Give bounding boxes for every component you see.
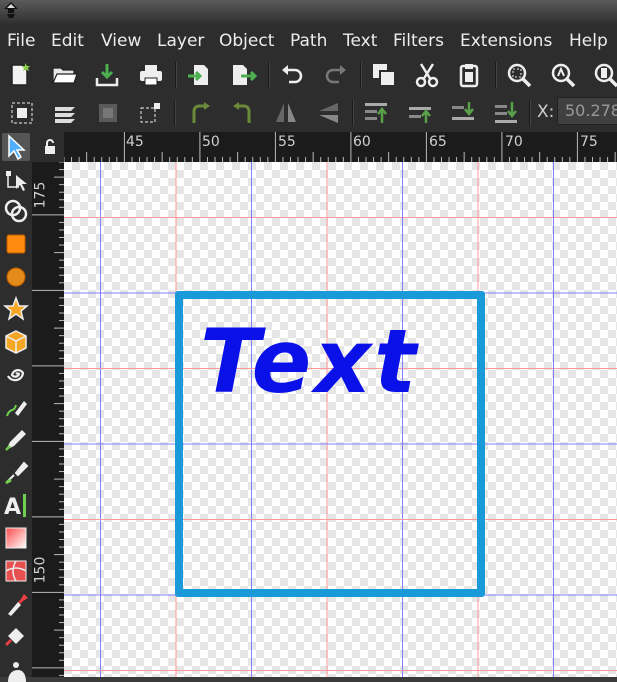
- toolbar-separator: [268, 62, 270, 88]
- ellipse-tool-icon[interactable]: [2, 263, 30, 291]
- vertical-ruler: 175 150: [32, 162, 64, 677]
- menu-filters[interactable]: Filters: [393, 31, 444, 51]
- tool-controls-bar: X: 50.278: [0, 94, 617, 132]
- x-coordinate-input[interactable]: 50.278: [557, 97, 617, 125]
- duplicate-icon[interactable]: [370, 61, 398, 89]
- ruler-label: 150: [32, 556, 49, 584]
- toolbar-separator: [529, 100, 531, 126]
- menu-object[interactable]: Object: [219, 31, 274, 51]
- lower-to-bottom-icon[interactable]: [492, 99, 520, 127]
- lock-guides-icon[interactable]: [38, 136, 60, 158]
- zoom-drawing-icon[interactable]: [549, 61, 577, 89]
- star-tool-icon[interactable]: [2, 295, 30, 323]
- save-icon[interactable]: [93, 61, 121, 89]
- mesh-tool-icon[interactable]: [2, 557, 30, 585]
- raise-icon[interactable]: [406, 99, 434, 127]
- menu-file[interactable]: File: [7, 31, 35, 51]
- deselect-icon[interactable]: [94, 99, 122, 127]
- ruler-label: 55: [278, 134, 296, 150]
- select-all-icon[interactable]: [8, 99, 36, 127]
- box3d-tool-icon[interactable]: [2, 328, 30, 356]
- menu-view[interactable]: View: [101, 31, 141, 51]
- ruler-corner: [32, 132, 64, 162]
- menu-edit[interactable]: Edit: [51, 31, 84, 51]
- title-bar: [0, 0, 617, 26]
- menu-bar: File Edit View Layer Object Path Text Fi…: [0, 26, 617, 56]
- menu-layer[interactable]: Layer: [157, 31, 204, 51]
- zoom-selection-icon[interactable]: [505, 61, 533, 89]
- toolbox: A: [0, 132, 32, 682]
- node-tool-icon[interactable]: [2, 165, 30, 193]
- rotate-ccw-icon[interactable]: [186, 99, 214, 127]
- toolbar-separator: [495, 62, 497, 88]
- import-icon[interactable]: [186, 61, 214, 89]
- select-same-icon[interactable]: [137, 99, 165, 127]
- horizontal-ruler-ticks: [64, 132, 616, 162]
- lower-icon[interactable]: [449, 99, 477, 127]
- tweak-tool-icon[interactable]: [2, 197, 30, 225]
- zoom-page-icon[interactable]: [592, 61, 617, 89]
- toolbar-separator: [352, 100, 354, 126]
- menu-extensions[interactable]: Extensions: [460, 31, 552, 51]
- pen-tool-icon[interactable]: [2, 426, 30, 454]
- drawing-canvas[interactable]: Text: [64, 162, 617, 677]
- ruler-label: 50: [202, 134, 220, 150]
- commands-toolbar: [0, 56, 617, 94]
- flip-horizontal-icon[interactable]: [272, 99, 300, 127]
- flip-vertical-icon[interactable]: [315, 99, 343, 127]
- ruler-label: 60: [353, 134, 371, 150]
- spiral-tool-icon[interactable]: [2, 360, 30, 388]
- print-icon[interactable]: [137, 61, 165, 89]
- dropper-tool-icon[interactable]: [2, 590, 30, 618]
- calligraphy-tool-icon[interactable]: [2, 459, 30, 487]
- rotate-cw-icon[interactable]: [229, 99, 257, 127]
- selector-tool-icon[interactable]: [2, 133, 30, 161]
- horizontal-ruler: 45 50 55 60 65 70 75: [64, 132, 617, 162]
- toolbar-separator: [360, 62, 362, 88]
- text-tool-icon[interactable]: A: [2, 491, 30, 519]
- undo-icon[interactable]: [278, 61, 306, 89]
- select-all-layers-icon[interactable]: [51, 99, 79, 127]
- vertical-ruler-ticks: [32, 162, 64, 676]
- paint-bucket-tool-icon[interactable]: [2, 622, 30, 650]
- new-document-icon[interactable]: [6, 61, 34, 89]
- ruler-label: 45: [126, 134, 144, 150]
- ruler-label: 75: [580, 134, 598, 150]
- redo-icon[interactable]: [322, 61, 350, 89]
- ruler-label: 70: [505, 134, 523, 150]
- x-coordinate-label: X:: [537, 102, 555, 122]
- ruler-label: 65: [429, 134, 447, 150]
- spray-tool-icon[interactable]: [2, 654, 30, 682]
- cut-icon[interactable]: [413, 61, 441, 89]
- canvas-text-object[interactable]: Text: [200, 312, 419, 412]
- toolbar-separator: [175, 62, 177, 88]
- menu-path[interactable]: Path: [290, 31, 327, 51]
- inkscape-logo-icon: [4, 2, 18, 18]
- rectangle-tool-icon[interactable]: [2, 230, 30, 258]
- open-icon[interactable]: [50, 61, 78, 89]
- ruler-label: 175: [32, 181, 49, 209]
- menu-text[interactable]: Text: [343, 31, 377, 51]
- pencil-tool-icon[interactable]: [2, 393, 30, 421]
- gradient-tool-icon[interactable]: [2, 524, 30, 552]
- paste-icon[interactable]: [455, 61, 483, 89]
- toolbar-separator: [174, 100, 176, 126]
- svg-text:A: A: [4, 495, 21, 519]
- raise-to-top-icon[interactable]: [362, 99, 390, 127]
- export-icon[interactable]: [229, 61, 257, 89]
- menu-help[interactable]: Help: [569, 31, 608, 51]
